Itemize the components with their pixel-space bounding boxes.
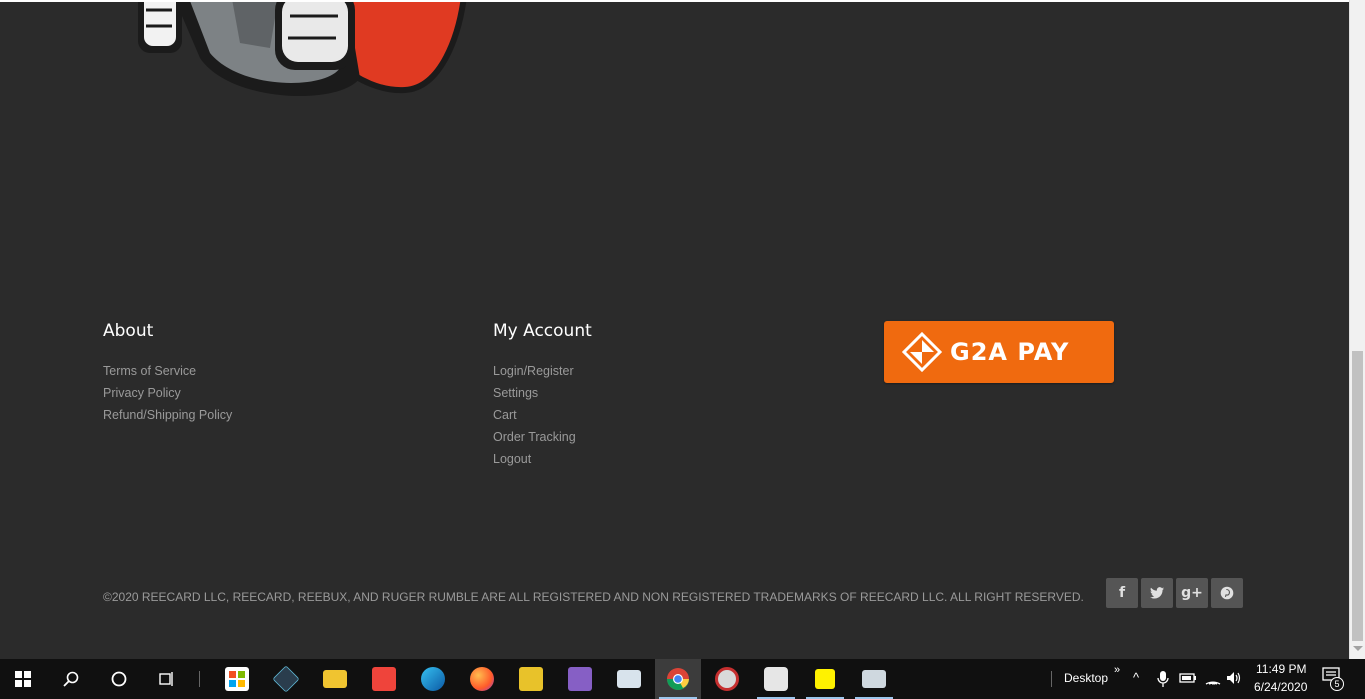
wifi-icon[interactable] xyxy=(1205,671,1221,685)
settings-link[interactable]: Settings xyxy=(493,382,592,404)
footer-about-column: About Terms of Service Privacy Policy Re… xyxy=(103,320,232,426)
order-tracking-link[interactable]: Order Tracking xyxy=(493,426,592,448)
anydesk-icon xyxy=(372,667,396,691)
headphones-app-icon xyxy=(764,667,788,691)
taskbar-app-paint[interactable] xyxy=(704,659,750,699)
notification-count-badge: 5 xyxy=(1330,677,1344,691)
store-icon xyxy=(225,667,249,691)
g2a-pay-label: G2A PAY xyxy=(950,338,1070,366)
paint-icon xyxy=(715,667,739,691)
taskbar-app-headphones[interactable] xyxy=(753,659,799,699)
page-viewport: About Terms of Service Privacy Policy Re… xyxy=(0,2,1349,659)
scrollbar-thumb[interactable] xyxy=(1352,351,1363,641)
terms-of-service-link[interactable]: Terms of Service xyxy=(103,360,232,382)
start-button[interactable] xyxy=(0,659,46,699)
visual-studio-icon xyxy=(568,667,592,691)
task-view-button[interactable] xyxy=(144,659,190,699)
taskbar-app-remote-desktop[interactable] xyxy=(606,659,652,699)
taskbar-app-store[interactable] xyxy=(214,659,260,699)
search-button[interactable] xyxy=(48,659,94,699)
facebook-button[interactable]: f xyxy=(1106,578,1138,608)
google-plus-button[interactable]: g+ xyxy=(1176,578,1208,608)
g2a-logo-icon xyxy=(902,332,942,372)
google-plus-icon: g+ xyxy=(1181,585,1203,601)
scroll-down-arrow-icon[interactable] xyxy=(1353,646,1363,651)
taskbar-separator xyxy=(199,671,200,687)
taskbar-app-visual-studio[interactable] xyxy=(557,659,603,699)
footer-account-column: My Account Login/Register Settings Cart … xyxy=(493,320,592,470)
taskbar-app-tools[interactable] xyxy=(508,659,554,699)
taskbar-app-anydesk[interactable] xyxy=(361,659,407,699)
search-icon xyxy=(63,671,79,687)
remote-desktop-icon xyxy=(617,670,641,688)
my-account-heading: My Account xyxy=(493,321,592,341)
battery-icon[interactable] xyxy=(1179,672,1197,684)
action-center-button[interactable]: 5 xyxy=(1322,667,1346,691)
tools-icon xyxy=(519,667,543,691)
tray-separator xyxy=(1051,671,1052,687)
copyright-text: ©2020 REECARD LLC, REECARD, REEBUX, AND … xyxy=(103,590,1084,604)
vertical-scrollbar[interactable] xyxy=(1349,0,1365,659)
windows-logo-icon xyxy=(15,671,31,687)
toolbar-expand-icon[interactable]: » xyxy=(1114,664,1120,676)
microphone-icon[interactable] xyxy=(1157,670,1169,688)
taskbar-app-chrome[interactable] xyxy=(655,659,701,699)
edge-icon xyxy=(421,667,445,691)
volume-icon[interactable] xyxy=(1226,671,1242,685)
clock-date[interactable]: 6/24/2020 xyxy=(1254,680,1307,694)
taskbar-app-nox[interactable] xyxy=(263,659,309,699)
clock-time[interactable]: 11:49 PM xyxy=(1256,662,1306,676)
cortana-circle-icon xyxy=(111,671,127,687)
nox-icon xyxy=(272,665,300,693)
pinterest-button[interactable] xyxy=(1211,578,1243,608)
taskbar-app-sticky-notes[interactable] xyxy=(802,659,848,699)
taskbar-app-file-explorer[interactable] xyxy=(312,659,358,699)
cortana-button[interactable] xyxy=(96,659,142,699)
desktop-toolbar-label[interactable]: Desktop xyxy=(1064,671,1108,685)
facebook-icon: f xyxy=(1118,585,1126,601)
privacy-policy-link[interactable]: Privacy Policy xyxy=(103,382,232,404)
firefox-icon xyxy=(470,667,494,691)
logout-link[interactable]: Logout xyxy=(493,448,592,470)
pinterest-icon xyxy=(1220,586,1234,600)
sticky-notes-icon xyxy=(815,669,835,689)
login-register-link[interactable]: Login/Register xyxy=(493,360,592,382)
chrome-icon xyxy=(667,668,689,690)
mascot-illustration xyxy=(138,2,467,97)
monitor-app-icon xyxy=(862,670,886,688)
windows-taskbar: Desktop » ^ 11:49 PM 6/24/2020 5 xyxy=(0,659,1365,699)
show-hidden-icons-chevron-icon[interactable]: ^ xyxy=(1133,670,1139,685)
folder-icon xyxy=(323,670,347,688)
taskbar-app-firefox[interactable] xyxy=(459,659,505,699)
taskbar-app-monitor[interactable] xyxy=(851,659,897,699)
refund-shipping-policy-link[interactable]: Refund/Shipping Policy xyxy=(103,404,232,426)
cart-link[interactable]: Cart xyxy=(493,404,592,426)
task-view-icon xyxy=(159,672,173,686)
twitter-button[interactable] xyxy=(1141,578,1173,608)
about-heading: About xyxy=(103,321,154,341)
g2a-pay-badge[interactable]: G2A PAY xyxy=(884,321,1114,383)
twitter-icon xyxy=(1150,587,1164,599)
taskbar-app-edge[interactable] xyxy=(410,659,456,699)
